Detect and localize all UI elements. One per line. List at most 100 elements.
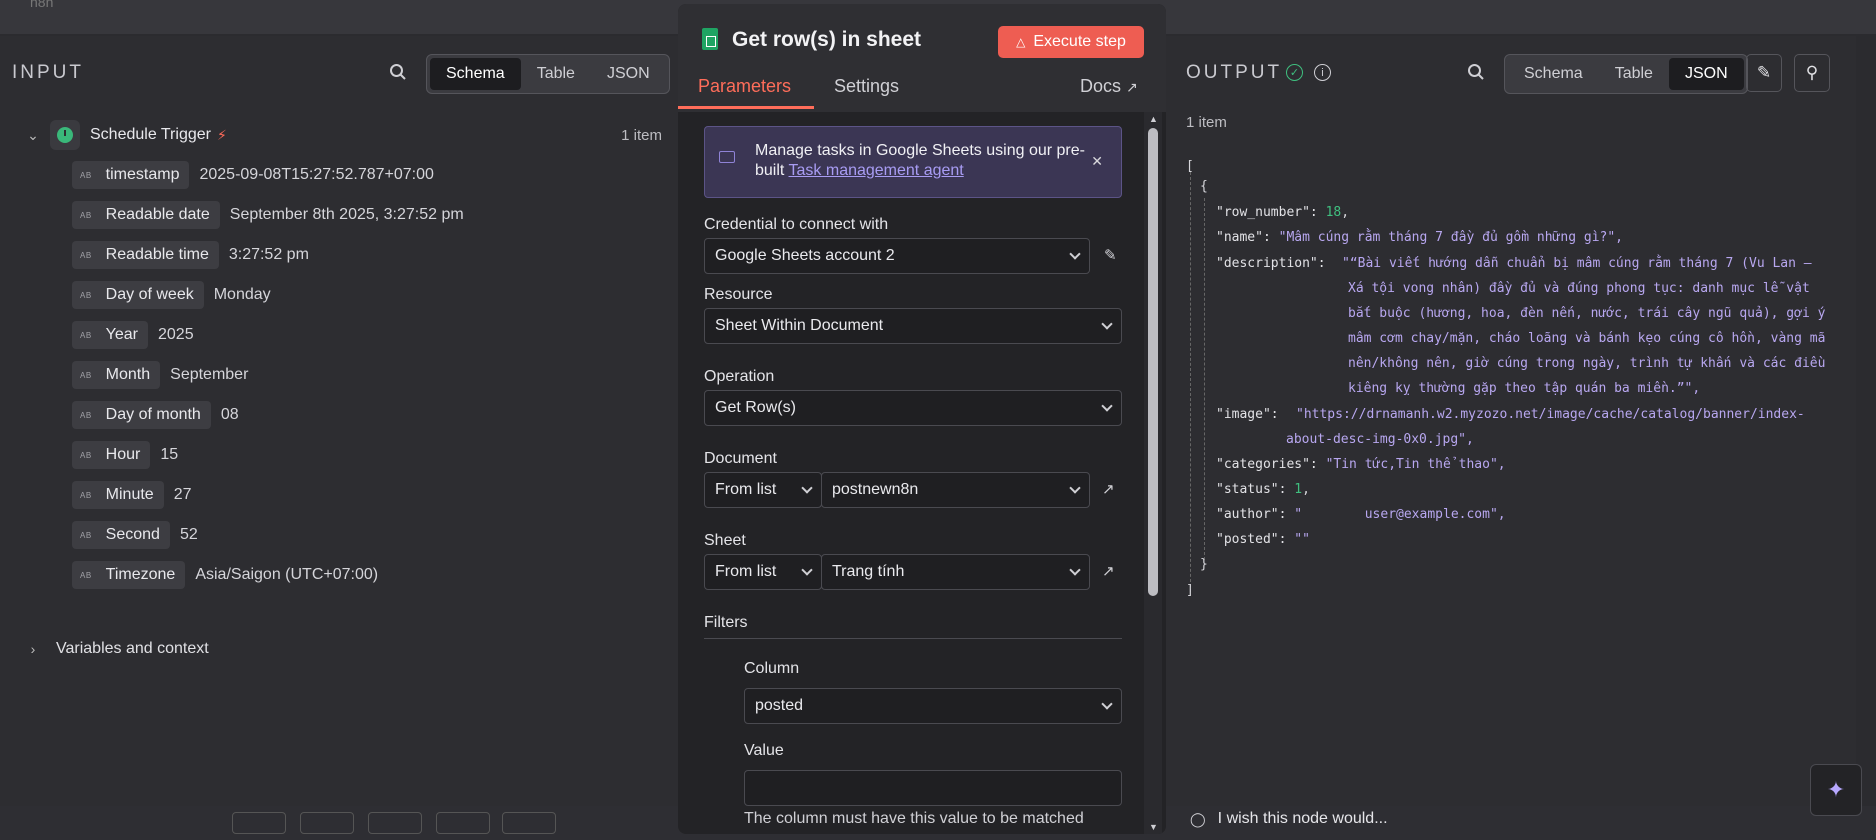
resource-select[interactable]: Sheet Within Document — [704, 308, 1122, 344]
input-panel: INPUT Schema Table JSON ⌄ Schedule Trigg… — [0, 36, 678, 806]
document-select[interactable]: postnewn8n — [821, 472, 1090, 508]
field-value: September — [170, 366, 249, 383]
document-value: postnewn8n — [832, 481, 919, 498]
node-settings-modal: Get row(s) in sheet △ Execute step Param… — [678, 4, 1166, 834]
value-input[interactable] — [744, 770, 1122, 806]
json-string: "" — [1294, 532, 1310, 547]
view-table-tab[interactable]: Table — [521, 58, 591, 90]
schedule-trigger-row[interactable]: ⌄ Schedule Trigger ⚡ 1 item — [22, 118, 662, 152]
input-view-toggle: Schema Table JSON — [426, 54, 670, 94]
field-value: 52 — [179, 526, 198, 543]
close-icon[interactable]: ✕ — [1091, 153, 1103, 170]
json-string: " user@example.com", — [1294, 507, 1506, 522]
docs-label: Docs — [1080, 76, 1122, 96]
string-type-icon: AB — [80, 290, 92, 300]
search-icon[interactable] — [1464, 60, 1488, 84]
tab-parameters[interactable]: Parameters — [698, 76, 791, 97]
view-json-tab[interactable]: JSON — [1668, 58, 1744, 90]
field-row[interactable]: AB Hour 15 — [72, 440, 178, 470]
execute-step-button[interactable]: △ Execute step — [998, 26, 1144, 58]
view-json-tab[interactable]: JSON — [591, 58, 666, 90]
scroll-up-icon[interactable]: ▲ — [1149, 114, 1158, 124]
canvas-control[interactable] — [436, 812, 490, 834]
chevron-down-icon — [801, 482, 813, 494]
credential-select[interactable]: Google Sheets account 2 — [704, 238, 1090, 274]
output-view-toggle: Schema Table JSON — [1504, 54, 1748, 94]
field-key: Month — [105, 366, 151, 383]
sheet-select[interactable]: Trang tính — [821, 554, 1090, 590]
string-type-icon: AB — [80, 170, 92, 180]
tab-settings[interactable]: Settings — [834, 76, 899, 97]
external-link-icon[interactable]: ↗ — [1102, 480, 1120, 498]
json-string: "Tin tức,Tin thể thao", — [1325, 457, 1506, 472]
field-key: Second — [105, 526, 160, 543]
chevron-down-icon — [1101, 400, 1113, 412]
view-table-tab[interactable]: Table — [1599, 58, 1669, 90]
field-value: 2025-09-08T15:27:52.787+07:00 — [199, 166, 434, 183]
json-key: "posted": — [1216, 532, 1287, 547]
template-notice: Manage tasks in Google Sheets using our … — [704, 126, 1122, 198]
json-key: "categories": — [1216, 457, 1318, 472]
external-link-icon[interactable]: ↗ — [1102, 562, 1120, 580]
column-select[interactable]: posted — [744, 688, 1122, 724]
chevron-down-icon — [1101, 698, 1113, 710]
sheet-label: Sheet — [704, 532, 746, 549]
json-string: mâm cơm chay/mặn, cháo loãng và bánh kẹo… — [1348, 331, 1826, 346]
json-key: "row_number": — [1216, 205, 1318, 220]
chevron-down-icon[interactable]: ⌄ — [22, 127, 44, 144]
field-row[interactable]: AB Readable date September 8th 2025, 3:27:… — [72, 200, 464, 230]
field-row[interactable]: AB Minute 27 — [72, 480, 192, 510]
field-row[interactable]: AB Year 2025 — [72, 320, 194, 350]
pencil-icon: ✎ — [1756, 63, 1772, 82]
canvas-control[interactable] — [368, 812, 422, 834]
json-string: about-desc-img-0x0.jpg", — [1286, 432, 1474, 447]
filters-divider — [704, 638, 1122, 639]
field-row[interactable]: AB Month September — [72, 360, 248, 390]
variables-context-row[interactable]: › Variables and context — [22, 640, 209, 658]
field-key: timestamp — [105, 166, 180, 183]
item-count: 1 item — [621, 126, 662, 144]
chevron-right-icon[interactable]: › — [22, 641, 44, 657]
canvas-control[interactable] — [502, 812, 556, 834]
feedback-prompt[interactable]: ◯ I wish this node would... — [1190, 810, 1388, 828]
input-title: INPUT — [12, 62, 84, 83]
field-key: Minute — [105, 486, 154, 503]
lightbulb-icon: ◯ — [1190, 810, 1206, 827]
resource-label: Resource — [704, 286, 773, 303]
json-string: kiêng kỵ thường gặp theo tập quán ba miề… — [1348, 381, 1701, 396]
node-title[interactable]: Get row(s) in sheet — [732, 28, 921, 52]
document-mode: From list — [715, 481, 777, 498]
canvas-control[interactable] — [232, 812, 286, 834]
field-value: 27 — [173, 486, 192, 503]
variables-label: Variables and context — [56, 640, 209, 657]
ai-assistant-button[interactable]: ✦ — [1810, 764, 1862, 816]
pin-data-button[interactable]: ⚲ — [1794, 54, 1830, 92]
docs-link[interactable]: Docs ↗ — [1080, 76, 1138, 97]
field-row[interactable]: AB Day of month 08 — [72, 400, 239, 430]
view-schema-tab[interactable]: Schema — [430, 58, 521, 90]
json-key: "status": — [1216, 482, 1287, 497]
canvas-control[interactable] — [300, 812, 354, 834]
sheet-mode-select[interactable]: From list — [704, 554, 822, 590]
scroll-down-icon[interactable]: ▼ — [1149, 822, 1158, 832]
field-row[interactable]: AB Timezone Asia/Saigon (UTC+07:00) — [72, 560, 378, 590]
field-row[interactable]: AB timestamp 2025-09-08T15:27:52.787+07:00 — [72, 160, 434, 190]
scrollbar-thumb[interactable] — [1148, 128, 1158, 596]
output-item-count: 1 item — [1186, 114, 1227, 131]
field-row[interactable]: AB Readable time 3:27:52 pm — [72, 240, 309, 270]
json-string: "Mâm cúng rằm tháng 7 đầy đủ gồm những g… — [1278, 230, 1623, 245]
view-schema-tab[interactable]: Schema — [1508, 58, 1599, 90]
operation-select[interactable]: Get Row(s) — [704, 390, 1122, 426]
info-icon[interactable]: i — [1314, 64, 1331, 81]
pencil-icon[interactable]: ✎ — [1104, 246, 1122, 264]
edit-output-button[interactable]: ✎ — [1746, 54, 1782, 92]
field-row[interactable]: AB Second 52 — [72, 520, 198, 550]
document-mode-select[interactable]: From list — [704, 472, 822, 508]
json-close-bracket: ] — [1186, 583, 1194, 598]
clock-icon — [50, 120, 80, 150]
document-label: Document — [704, 450, 777, 467]
task-agent-link[interactable]: Task management agent — [789, 162, 964, 179]
search-icon[interactable] — [386, 60, 410, 84]
field-key: Hour — [105, 446, 141, 463]
field-row[interactable]: AB Day of week Monday — [72, 280, 271, 310]
